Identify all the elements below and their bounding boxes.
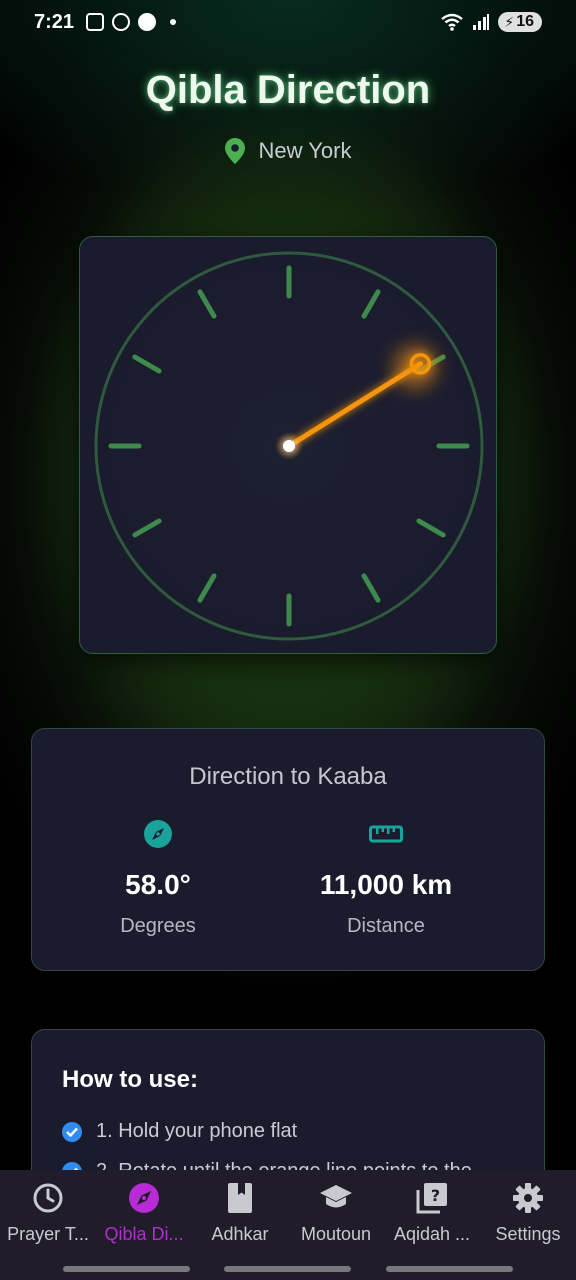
nav-item-label: Aqidah ... bbox=[393, 1224, 471, 1244]
book-icon bbox=[228, 1183, 252, 1213]
chatgpt-icon bbox=[112, 13, 131, 31]
location-label: New York bbox=[258, 138, 352, 163]
nav-item-label: Settings bbox=[495, 1224, 561, 1244]
quiz-icon: ? bbox=[416, 1183, 447, 1214]
clock-icon bbox=[33, 1183, 63, 1213]
ruler-icon bbox=[369, 825, 403, 843]
compass-icon bbox=[144, 820, 172, 848]
check-icon bbox=[62, 1121, 82, 1142]
direction-card: Direction to Kaaba 58.0° Degrees 11,000 … bbox=[31, 728, 545, 971]
nav-item-qibla-direction[interactable]: Qibla Di... bbox=[96, 1180, 192, 1245]
compass-icon bbox=[129, 1183, 159, 1213]
signal-icon bbox=[473, 14, 490, 30]
direction-card-title: Direction to Kaaba bbox=[189, 763, 387, 790]
wifi-icon bbox=[441, 13, 464, 31]
nav-item-label: Adhkar bbox=[211, 1224, 269, 1244]
facebook-icon bbox=[138, 13, 157, 31]
howto-item: 1. Hold your phone flat bbox=[62, 1120, 297, 1143]
map-pin-icon bbox=[224, 138, 245, 164]
center-dot bbox=[283, 440, 295, 452]
nav-item-aqidah[interactable]: ? Aqidah ... bbox=[384, 1180, 480, 1245]
gear-icon bbox=[513, 1183, 543, 1213]
nav-item-settings[interactable]: Settings bbox=[480, 1180, 576, 1245]
nav-pill-indicator bbox=[63, 1266, 190, 1272]
distance-label: Distance bbox=[347, 915, 425, 937]
svg-text:?: ? bbox=[431, 1186, 440, 1205]
nav-item-label: Prayer T... bbox=[7, 1224, 89, 1244]
notification-dot bbox=[170, 19, 177, 25]
compass-dial bbox=[94, 251, 484, 641]
battery-level: 16 bbox=[516, 13, 534, 30]
battery-icon: ⚡ 16 bbox=[498, 12, 542, 32]
degrees-value: 58.0° bbox=[125, 869, 191, 900]
qibla-compass[interactable] bbox=[79, 236, 497, 654]
nav-pill-indicator bbox=[386, 1266, 513, 1272]
nav-item-label: Moutoun bbox=[300, 1224, 372, 1244]
nav-item-label: Qibla Di... bbox=[104, 1224, 184, 1244]
distance-stat: 11,000 km Distance bbox=[266, 817, 506, 938]
howto-title: How to use: bbox=[62, 1066, 198, 1093]
screenshot-icon bbox=[86, 13, 105, 31]
bottom-nav: Prayer T... Qibla Di... Adhkar Moutoun ?… bbox=[0, 1170, 576, 1280]
distance-value: 11,000 km bbox=[319, 869, 453, 900]
status-time: 7:21 bbox=[34, 10, 75, 33]
nav-pill-indicator bbox=[224, 1266, 351, 1272]
nav-item-adhkar[interactable]: Adhkar bbox=[192, 1180, 288, 1245]
nav-item-prayer-times[interactable]: Prayer T... bbox=[0, 1180, 96, 1245]
degrees-stat: 58.0° Degrees bbox=[38, 817, 278, 938]
page-title: Qibla Direction bbox=[145, 68, 431, 112]
nav-item-moutoun[interactable]: Moutoun bbox=[288, 1180, 384, 1245]
degrees-label: Degrees bbox=[120, 915, 196, 937]
graduation-cap-icon bbox=[320, 1185, 352, 1208]
status-bar: 7:21 ⚡ 16 bbox=[0, 0, 576, 44]
howto-item-label: 1. Hold your phone flat bbox=[96, 1120, 298, 1142]
location-row: New York bbox=[0, 138, 576, 164]
